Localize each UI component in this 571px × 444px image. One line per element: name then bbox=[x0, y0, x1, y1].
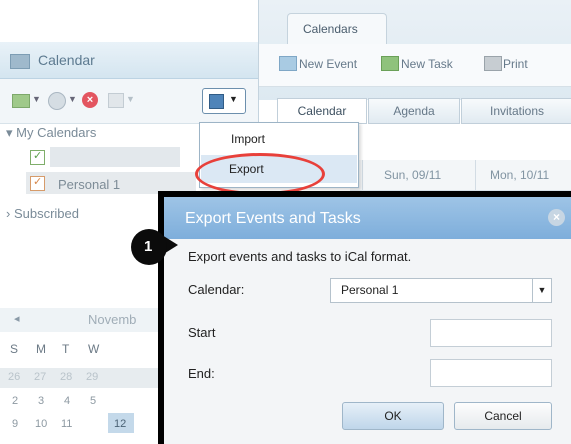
tab-calendar-view[interactable]: Calendar bbox=[277, 98, 367, 124]
day-cell[interactable]: 5 bbox=[90, 395, 96, 407]
column-divider bbox=[475, 160, 476, 190]
chevron-down-icon[interactable]: ▼ bbox=[68, 94, 77, 104]
end-field-label: End: bbox=[188, 366, 215, 381]
chevron-down-icon[interactable]: ▼ bbox=[126, 94, 135, 104]
day-cell[interactable]: 29 bbox=[86, 371, 98, 383]
check-icon: ✓ bbox=[33, 150, 43, 162]
new-task-icon bbox=[381, 56, 399, 71]
new-event-icon bbox=[279, 56, 297, 71]
step-badge: 1 bbox=[131, 229, 167, 265]
day-cell[interactable]: 4 bbox=[64, 395, 70, 407]
subscribed-heading[interactable]: › Subscribed bbox=[6, 206, 79, 221]
calendar-panel-header: Calendar bbox=[0, 42, 258, 79]
gear-icon[interactable] bbox=[48, 92, 66, 110]
tab-agenda[interactable]: Agenda bbox=[368, 98, 460, 124]
print-button[interactable]: Print bbox=[503, 57, 528, 71]
weekday-label: W bbox=[88, 342, 100, 356]
new-task-button[interactable]: New Task bbox=[401, 57, 453, 71]
delete-icon[interactable]: × bbox=[82, 92, 98, 108]
end-date-field[interactable] bbox=[430, 359, 552, 387]
new-event-button[interactable]: New Event bbox=[299, 57, 357, 71]
day-cell[interactable]: 27 bbox=[34, 371, 46, 383]
dialog-title: Export Events and Tasks bbox=[185, 210, 361, 227]
day-cell[interactable]: 9 bbox=[12, 418, 18, 430]
calendar-checkbox[interactable]: ✓ bbox=[30, 150, 45, 165]
dialog-description: Export events and tasks to iCal format. bbox=[188, 249, 412, 264]
export-icon bbox=[209, 94, 224, 109]
highlight-ring bbox=[195, 153, 325, 195]
add-calendar-icon[interactable] bbox=[12, 94, 30, 108]
start-field-label: Start bbox=[188, 325, 216, 340]
step-number: 1 bbox=[144, 238, 153, 255]
right-pane-toolbar: New Event New Task Print bbox=[259, 44, 571, 87]
chevron-down-icon: ▼ bbox=[229, 94, 238, 104]
day-cell[interactable]: 28 bbox=[60, 371, 72, 383]
weekday-label: T bbox=[62, 342, 70, 356]
day-cell[interactable]: 3 bbox=[38, 395, 44, 407]
left-top-strip bbox=[0, 0, 258, 42]
previous-month-icon[interactable]: ◂ bbox=[14, 312, 20, 325]
dialog-body: Export events and tasks to iCal format. … bbox=[164, 239, 571, 444]
menu-item-import[interactable]: Import bbox=[231, 132, 265, 146]
close-icon[interactable]: × bbox=[548, 209, 565, 226]
day-cell[interactable]: 11 bbox=[61, 418, 72, 430]
calendar-field-label: Calendar: bbox=[188, 282, 245, 297]
chevron-down-icon[interactable]: ▼ bbox=[32, 94, 41, 104]
date-column-header: Sun, 09/11 bbox=[384, 168, 442, 182]
tab-calendars-label: Calendars bbox=[303, 22, 358, 36]
ok-button[interactable]: OK bbox=[342, 402, 444, 430]
my-calendars-heading[interactable]: ▾ My Calendars bbox=[6, 125, 96, 141]
weekday-label: M bbox=[36, 342, 46, 356]
day-cell[interactable]: 2 bbox=[12, 395, 18, 407]
export-dialog-frame: Export Events and Tasks × Export events … bbox=[158, 191, 571, 444]
export-menu-button[interactable]: ▼ bbox=[202, 88, 246, 114]
previous-month-row bbox=[0, 368, 160, 388]
calendar-icon bbox=[10, 54, 30, 69]
dialog-titlebar[interactable]: Export Events and Tasks × bbox=[164, 197, 571, 239]
day-cell[interactable]: 10 bbox=[35, 418, 47, 430]
day-cell[interactable]: 26 bbox=[8, 371, 20, 383]
mini-calendar-header bbox=[0, 308, 165, 332]
grid-icon[interactable] bbox=[108, 93, 124, 108]
calendar-toolbar: ▼ ▼ × ▼ ▼ bbox=[0, 79, 258, 124]
date-header-row: Sun, 09/11 Mon, 10/11 bbox=[350, 160, 571, 191]
check-icon: ✓ bbox=[33, 176, 43, 188]
mini-calendar-month: Novemb bbox=[88, 312, 137, 327]
export-dialog: Export Events and Tasks × Export events … bbox=[164, 197, 571, 444]
calendar-item-label: Personal 1 bbox=[58, 177, 121, 192]
tab-calendars[interactable]: Calendars bbox=[287, 13, 387, 44]
calendar-panel-title: Calendar bbox=[38, 52, 95, 68]
printer-icon bbox=[484, 56, 502, 71]
date-column-header: Mon, 10/11 bbox=[490, 168, 550, 182]
calendar-checkbox[interactable]: ✓ bbox=[30, 176, 45, 191]
weekday-label: S bbox=[10, 342, 19, 356]
calendar-item-unnamed[interactable] bbox=[50, 147, 180, 167]
day-cell-today[interactable]: 12 bbox=[114, 418, 126, 430]
column-divider bbox=[362, 160, 363, 190]
calendar-select[interactable]: Personal 1 ▼ bbox=[330, 278, 552, 303]
tab-invitations[interactable]: Invitations bbox=[461, 98, 571, 124]
chevron-down-icon[interactable]: ▼ bbox=[532, 279, 551, 302]
start-date-field[interactable] bbox=[430, 319, 552, 347]
cancel-button[interactable]: Cancel bbox=[454, 402, 552, 430]
calendar-select-value: Personal 1 bbox=[341, 283, 399, 297]
